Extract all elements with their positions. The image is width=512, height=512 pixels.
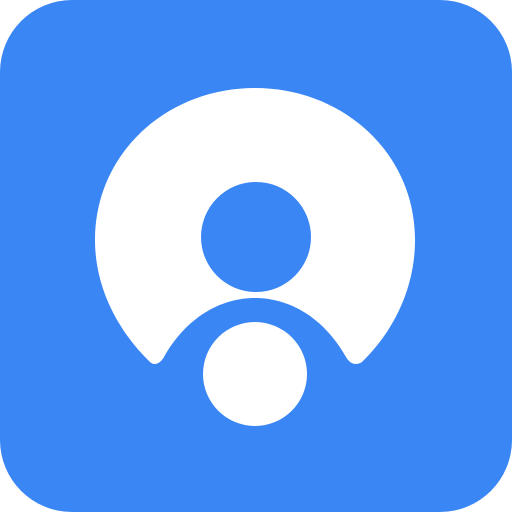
lower-circle bbox=[203, 322, 307, 426]
head-circle bbox=[201, 182, 311, 292]
user-avatar-app-icon[interactable] bbox=[0, 0, 512, 512]
user-avatar-icon bbox=[0, 0, 512, 512]
